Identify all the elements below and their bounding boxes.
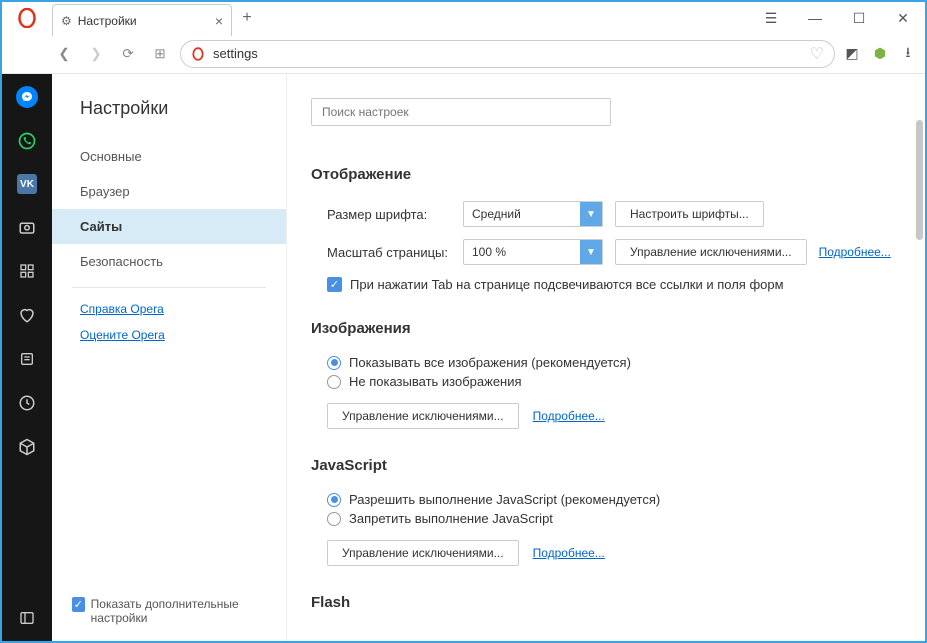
js-allow-label: Разрешить выполнение JavaScript (рекомен… [349,492,660,507]
images-exceptions-button[interactable]: Управление исключениями... [327,403,519,429]
tab-highlight-label: При нажатии Tab на странице подсвечивают… [350,277,784,292]
font-size-label: Размер шрифта: [311,207,451,222]
browser-tab[interactable]: ⚙ Настройки × [52,4,232,36]
tab-highlight-checkbox[interactable]: ✓ [327,277,342,292]
page-zoom-label: Масштаб страницы: [311,245,451,260]
forward-button[interactable]: ❯ [84,42,108,66]
opera-badge-icon [191,47,205,61]
page-zoom-select[interactable]: 100 % ▼ [463,239,603,265]
tab-title: Настройки [78,14,137,28]
bookmark-heart-icon[interactable]: ♡ [810,44,824,64]
js-allow-radio[interactable] [327,493,341,507]
sidebar-item-security[interactable]: Безопасность [52,244,286,279]
grid-icon[interactable] [16,260,38,282]
zoom-exceptions-button[interactable]: Управление исключениями... [615,239,807,265]
settings-search-input[interactable] [311,98,611,126]
images-show-radio[interactable] [327,356,341,370]
advanced-checkbox[interactable]: ✓ [72,597,85,612]
easy-setup-icon[interactable]: ☰ [749,2,793,34]
sidebar-item-browser[interactable]: Браузер [52,174,286,209]
chevron-down-icon: ▼ [580,202,602,226]
reload-button[interactable]: ⟳ [116,42,140,66]
cube-icon[interactable] [16,436,38,458]
left-rail: VK [2,74,52,641]
content-area: Отображение Размер шрифта: Средний ▼ Нас… [287,74,925,641]
extension-icon-1[interactable]: ◩ [843,45,861,63]
back-button[interactable]: ❮ [52,42,76,66]
maximize-button[interactable]: ☐ [837,2,881,34]
history-icon[interactable] [16,392,38,414]
opera-logo[interactable] [2,2,52,34]
chevron-down-icon: ▼ [580,240,602,264]
new-tab-button[interactable]: + [232,2,262,34]
address-bar[interactable]: ♡ [180,40,835,68]
font-size-select[interactable]: Средний ▼ [463,201,603,227]
sidebar-item-sites[interactable]: Сайты [52,209,286,244]
extension-icon-2[interactable]: ⬢ [871,45,889,63]
js-block-radio[interactable] [327,512,341,526]
flash-heading: Flash [311,594,891,611]
rate-link[interactable]: Оцените Opera [52,322,286,348]
js-block-label: Запретить выполнение JavaScript [349,511,553,526]
whatsapp-icon[interactable] [16,130,38,152]
images-show-label: Показывать все изображения (рекомендуетс… [349,355,631,370]
zoom-more-link[interactable]: Подробнее... [819,245,891,259]
customize-fonts-button[interactable]: Настроить шрифты... [615,201,764,227]
speed-dial-button[interactable]: ⊞ [148,42,172,66]
js-heading: JavaScript [311,457,891,474]
messenger-icon[interactable] [16,86,38,108]
images-more-link[interactable]: Подробнее... [533,409,605,423]
js-exceptions-button[interactable]: Управление исключениями... [327,540,519,566]
camera-icon[interactable] [16,216,38,238]
tab-close-icon[interactable]: × [215,13,223,29]
images-hide-label: Не показывать изображения [349,374,522,389]
news-icon[interactable] [16,348,38,370]
page-title: Настройки [52,98,286,139]
images-hide-radio[interactable] [327,375,341,389]
vk-icon[interactable]: VK [17,174,37,194]
advanced-label: Показать дополнительные настройки [91,597,266,625]
minimize-button[interactable]: — [793,2,837,34]
heart-outline-icon[interactable] [16,304,38,326]
display-heading: Отображение [311,166,891,183]
sidebar-item-basic[interactable]: Основные [52,139,286,174]
js-more-link[interactable]: Подробнее... [533,546,605,560]
downloads-icon[interactable]: ⭳ [899,45,917,63]
gear-icon: ⚙ [61,14,72,28]
address-input[interactable] [213,46,802,61]
help-link[interactable]: Справка Opera [52,296,286,322]
scrollbar-thumb[interactable] [916,120,923,240]
images-heading: Изображения [311,320,891,337]
sidebar-toggle-icon[interactable] [16,607,38,629]
settings-sidebar: Настройки Основные Браузер Сайты Безопас… [52,74,287,641]
window-close-button[interactable]: ✕ [881,2,925,34]
